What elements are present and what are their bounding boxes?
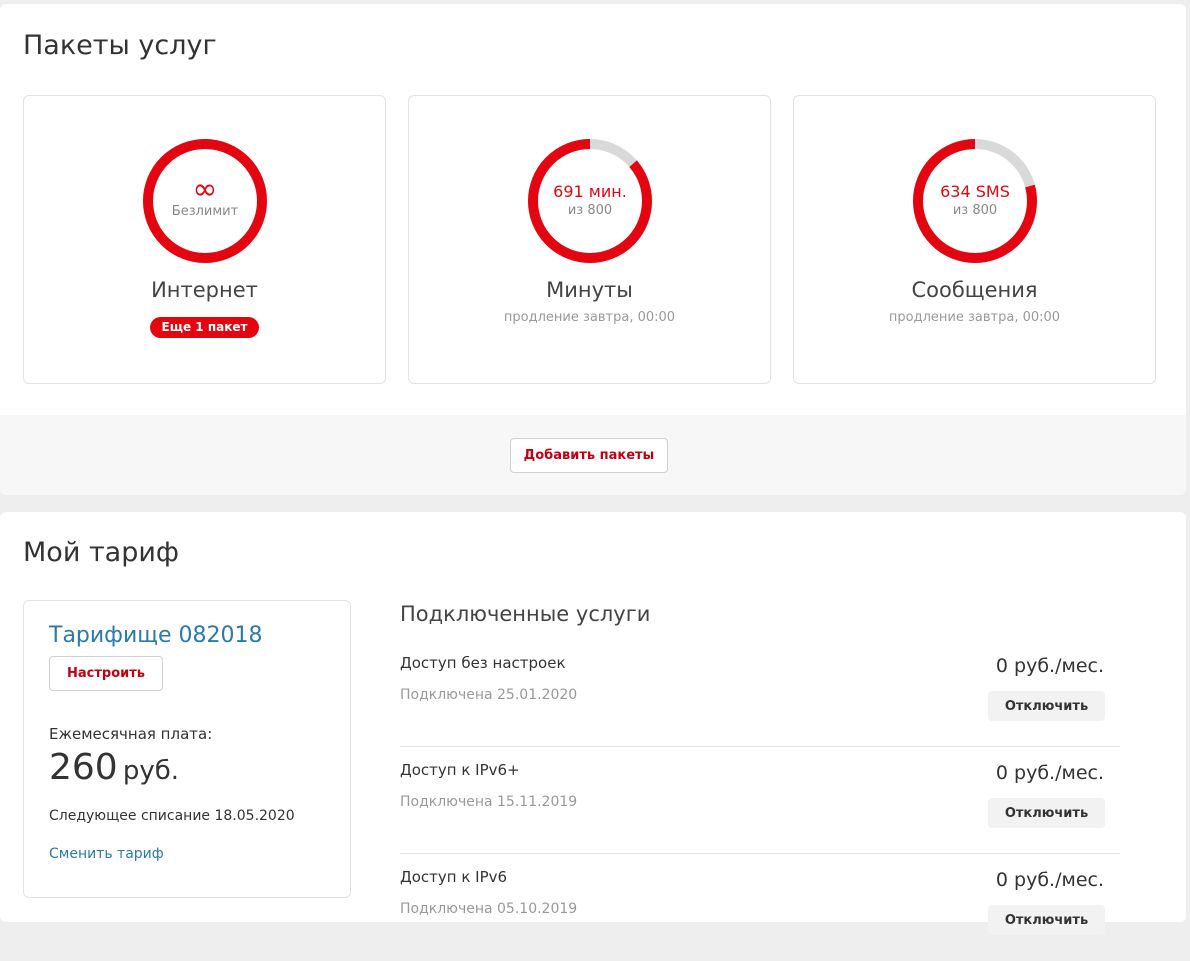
sms-remaining: 634 SMS — [940, 182, 1010, 201]
disable-service-button[interactable]: Отключить — [988, 691, 1105, 721]
tariff-card: Тарифище 082018 Настроить Ежемесячная пл… — [23, 600, 351, 898]
packages-panel: Пакеты услуг ∞ Безлимит Интернет Еще 1 п… — [0, 4, 1186, 495]
monthly-fee-amount: 260 руб. — [49, 747, 179, 788]
package-card-minutes[interactable]: 691 мин. из 800 Минуты продление завтра,… — [408, 95, 771, 384]
change-tariff-link[interactable]: Сменить тариф — [49, 846, 164, 862]
add-packages-button[interactable]: Добавить пакеты — [510, 438, 668, 473]
sms-total: из 800 — [952, 203, 998, 218]
package-name-sms: Сообщения — [911, 278, 1038, 302]
internet-ring: ∞ Безлимит — [141, 137, 269, 265]
service-date: Подключена 25.01.2020 — [400, 687, 578, 703]
disable-service-button[interactable]: Отключить — [988, 905, 1105, 935]
service-price: 0 руб./мес. — [995, 655, 1104, 677]
service-row: Доступ к IPv6 Подключена 05.10.2019 0 ру… — [400, 854, 1120, 961]
minutes-ring: 691 мин. из 800 — [526, 137, 654, 265]
internet-unlimited-label: Безлимит — [171, 204, 239, 219]
service-date: Подключена 05.10.2019 — [400, 901, 578, 917]
configure-button[interactable]: Настроить — [49, 656, 163, 691]
service-row: Доступ к IPv6+ Подключена 15.11.2019 0 р… — [400, 747, 1120, 854]
tariff-panel: Мой тариф Тарифище 082018 Настроить Ежем… — [0, 512, 1186, 935]
connected-services-title: Подключенные услуги — [400, 602, 651, 626]
monthly-fee-currency: руб. — [122, 756, 180, 786]
service-price: 0 руб./мес. — [995, 869, 1104, 891]
service-date: Подключена 15.11.2019 — [400, 794, 578, 810]
minutes-renewal-note: продление завтра, 00:00 — [503, 310, 676, 325]
monthly-fee-label: Ежемесячная плата: — [49, 725, 213, 743]
sms-ring: 634 SMS из 800 — [911, 137, 1039, 265]
minutes-total: из 800 — [567, 203, 613, 218]
extra-package-badge[interactable]: Еще 1 пакет — [149, 317, 260, 338]
package-card-internet[interactable]: ∞ Безлимит Интернет Еще 1 пакет — [23, 95, 386, 384]
add-packages-strip: Добавить пакеты — [0, 415, 1186, 495]
service-price: 0 руб./мес. — [995, 762, 1104, 784]
package-name-internet: Интернет — [151, 278, 258, 302]
infinity-icon: ∞ — [192, 172, 218, 207]
packages-title: Пакеты услуг — [23, 30, 217, 61]
service-row: Доступ без настроек Подключена 25.01.202… — [400, 640, 1120, 747]
service-name: Доступ без настроек — [400, 654, 566, 672]
service-name: Доступ к IPv6+ — [400, 761, 520, 779]
package-card-sms[interactable]: 634 SMS из 800 Сообщения продление завтр… — [793, 95, 1156, 384]
tariff-name[interactable]: Тарифище 082018 — [49, 623, 263, 648]
sms-renewal-note: продление завтра, 00:00 — [888, 310, 1061, 325]
disable-service-button[interactable]: Отключить — [988, 798, 1105, 828]
package-name-minutes: Минуты — [546, 278, 633, 302]
service-name: Доступ к IPv6 — [400, 868, 508, 886]
minutes-remaining: 691 мин. — [553, 182, 627, 201]
next-charge-date: Следующее списание 18.05.2020 — [49, 808, 295, 824]
tariff-title: Мой тариф — [23, 537, 179, 568]
monthly-fee-number: 260 — [49, 747, 118, 788]
